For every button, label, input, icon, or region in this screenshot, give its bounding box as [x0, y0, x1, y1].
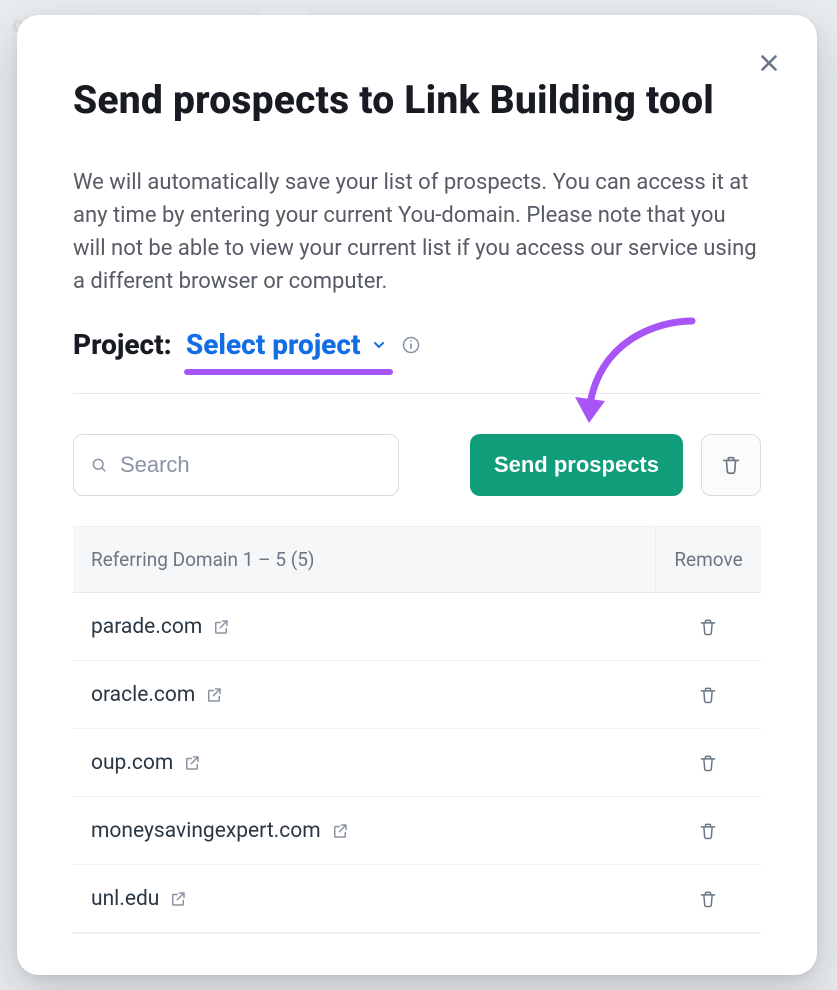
project-select-text: Select project — [186, 328, 361, 362]
external-link-icon[interactable] — [205, 686, 223, 704]
chevron-down-icon — [371, 337, 387, 353]
annotation-underline — [184, 369, 393, 375]
remove-button[interactable] — [655, 685, 761, 705]
search-input[interactable] — [120, 452, 382, 478]
cell-domain: parade.com — [73, 615, 655, 639]
trash-icon — [720, 454, 742, 476]
external-link-icon[interactable] — [331, 822, 349, 840]
external-link-icon[interactable] — [183, 754, 201, 772]
domain-text: oup.com — [91, 751, 173, 775]
domain-text: parade.com — [91, 615, 202, 639]
th-remove: Remove — [655, 527, 761, 592]
domain-text: moneysavingexpert.com — [91, 819, 321, 843]
send-prospects-modal: Send prospects to Link Building tool We … — [17, 15, 817, 975]
remove-button[interactable] — [655, 889, 761, 909]
remove-button[interactable] — [655, 617, 761, 637]
search-icon — [90, 455, 108, 475]
cell-domain: oracle.com — [73, 683, 655, 707]
table-row: oracle.com — [73, 661, 761, 729]
prospects-table: Referring Domain 1 – 5 (5) Remove parade… — [73, 526, 761, 934]
domain-text: oracle.com — [91, 683, 195, 707]
project-select[interactable]: Select project — [186, 328, 387, 362]
project-label: Project: — [73, 328, 172, 362]
table-row: unl.edu — [73, 865, 761, 933]
table-body: parade.com oracle.com oup.com moneysavingex… — [73, 593, 761, 933]
info-icon — [401, 335, 421, 355]
project-row: Project: Select project — [73, 328, 761, 362]
remove-button[interactable] — [655, 821, 761, 841]
cell-domain: moneysavingexpert.com — [73, 819, 655, 843]
modal-description: We will automatically save your list of … — [73, 166, 761, 298]
close-button[interactable] — [749, 43, 789, 83]
project-info-button[interactable] — [401, 335, 421, 355]
remove-button[interactable] — [655, 753, 761, 773]
external-link-icon[interactable] — [169, 890, 187, 908]
external-link-icon[interactable] — [212, 618, 230, 636]
search-field[interactable] — [73, 434, 399, 496]
table-row: oup.com — [73, 729, 761, 797]
table-row: parade.com — [73, 593, 761, 661]
cell-domain: unl.edu — [73, 887, 655, 911]
table-row: moneysavingexpert.com — [73, 797, 761, 865]
modal-title: Send prospects to Link Building tool — [73, 77, 761, 124]
domain-text: unl.edu — [91, 887, 159, 911]
divider — [73, 393, 761, 394]
cell-domain: oup.com — [73, 751, 655, 775]
table-header: Referring Domain 1 – 5 (5) Remove — [73, 527, 761, 593]
th-domain: Referring Domain 1 – 5 (5) — [73, 548, 655, 571]
bulk-remove-button[interactable] — [701, 434, 761, 496]
close-icon — [756, 50, 782, 76]
actions-row: Send prospects — [73, 434, 761, 496]
send-prospects-button[interactable]: Send prospects — [470, 434, 683, 496]
